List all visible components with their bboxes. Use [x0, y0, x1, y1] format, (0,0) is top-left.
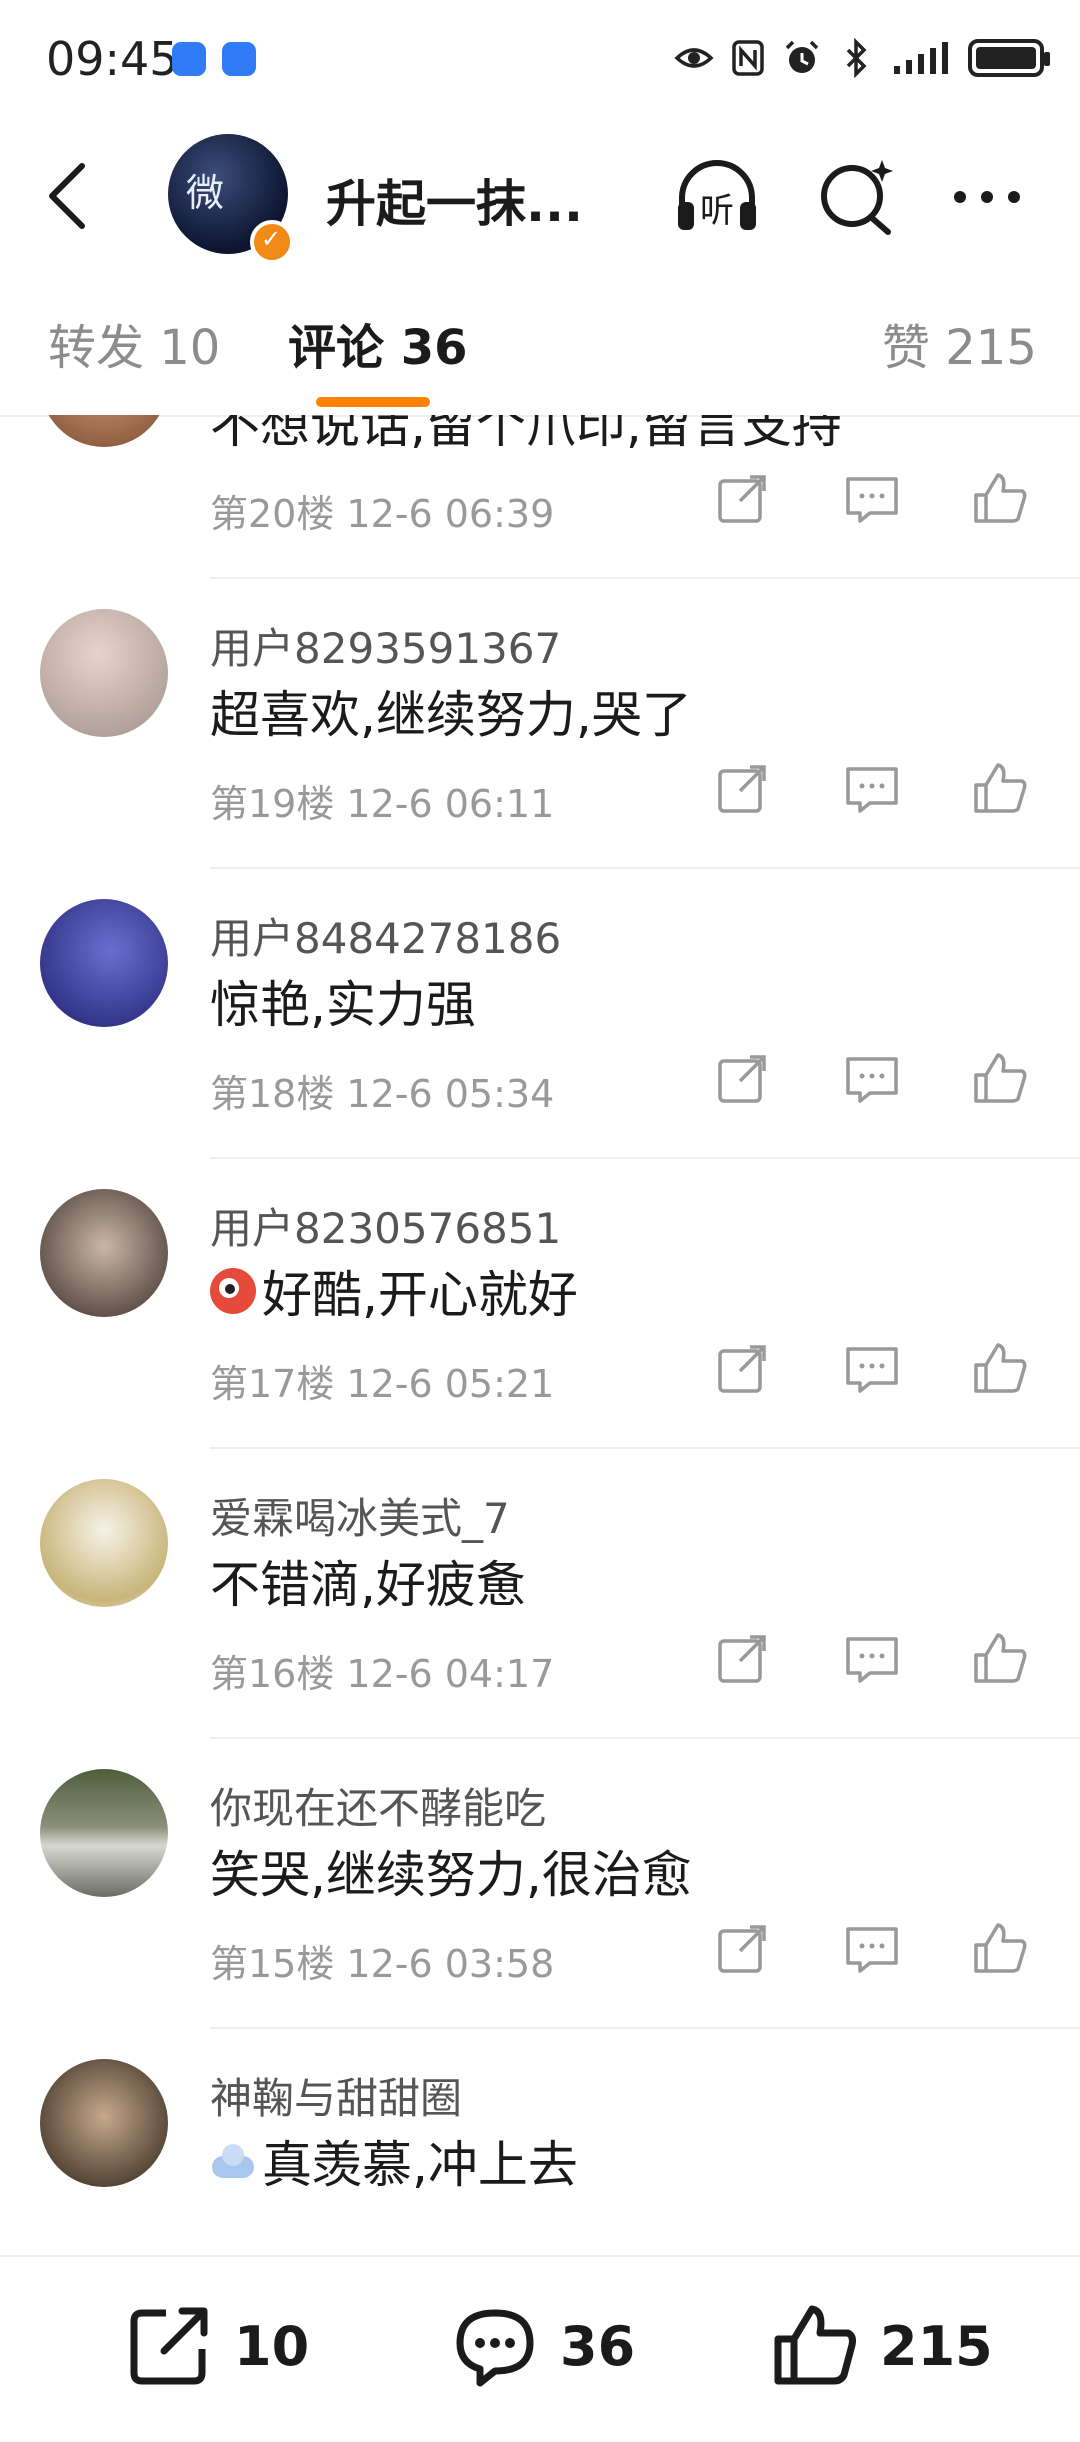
- commenter-name[interactable]: 神鞠与甜甜圈: [210, 2065, 462, 2126]
- comment-text-content: 真羡慕,冲上去: [262, 2136, 578, 2194]
- active-tab-indicator: [316, 397, 430, 407]
- status-icons: [674, 36, 1050, 80]
- repost-comment-icon[interactable]: [712, 1049, 772, 1109]
- like-comment-icon[interactable]: [970, 1049, 1030, 1109]
- comment-text: 不错滴,好疲惫: [210, 1545, 526, 1617]
- tab-comments[interactable]: 评论 36: [288, 308, 468, 378]
- comment-button[interactable]: 36: [450, 2301, 635, 2391]
- comment-text-content: 不想说话,留个爪印,留言支持: [210, 415, 842, 454]
- comment-text: 笑哭,继续努力,很治愈: [210, 1835, 692, 1907]
- comment-text-content: 笑哭,继续努力,很治愈: [210, 1846, 692, 1904]
- comment-text: 不想说话,留个爪印,留言支持: [210, 415, 842, 457]
- signal-icon: [894, 42, 948, 74]
- commenter-name[interactable]: 用户8230576851: [210, 1195, 561, 1256]
- commenter-avatar[interactable]: [40, 2059, 168, 2187]
- commenter-avatar[interactable]: [40, 609, 168, 737]
- status-time: 09:45: [46, 32, 179, 86]
- thumbs-up-icon: [774, 2305, 856, 2385]
- commenter-avatar[interactable]: [40, 415, 168, 447]
- commenter-avatar[interactable]: [40, 1769, 168, 1897]
- author-name[interactable]: 升起一抹...: [326, 164, 583, 236]
- svg-text:听: 听: [700, 191, 734, 231]
- red-face-emoji-icon: [210, 1268, 256, 1314]
- comment-item: 用户8230576851 好酷,开心就好 第17楼 12-6 05:21: [0, 1159, 1080, 1449]
- like-comment-icon[interactable]: [970, 1919, 1030, 1979]
- reply-comment-icon[interactable]: [842, 1919, 902, 1979]
- alarm-icon: [785, 40, 819, 73]
- comment-item: 用户8484278186 惊艳,实力强 第18楼 12-6 05:34: [0, 869, 1080, 1159]
- comment-meta: 第16楼 12-6 04:17: [210, 1652, 555, 1696]
- like-comment-icon[interactable]: [970, 469, 1030, 529]
- search-icon[interactable]: [812, 152, 902, 242]
- verified-badge-icon: [250, 220, 294, 264]
- like-comment-icon[interactable]: [970, 759, 1030, 819]
- commenter-avatar[interactable]: [40, 1189, 168, 1317]
- listen-headphones-icon[interactable]: 听: [672, 152, 762, 242]
- comment-text: 好酷,开心就好: [210, 1255, 578, 1327]
- reply-comment-icon[interactable]: [842, 469, 902, 529]
- comment-text: 惊艳,实力强: [210, 965, 476, 1037]
- like-comment-icon[interactable]: [970, 1339, 1030, 1399]
- commenter-avatar[interactable]: [40, 899, 168, 1027]
- comment-text-content: 好酷,开心就好: [262, 1266, 578, 1324]
- bluetooth-icon: [846, 38, 867, 78]
- comment-item: 不想说话,留个爪印,留言支持 第20楼 12-6 06:39: [0, 415, 1080, 579]
- comment-icon: [456, 2309, 534, 2387]
- comment-meta: 第18楼 12-6 05:34: [210, 1072, 555, 1116]
- comment-item: 用户8293591367 超喜欢,继续努力,哭了 第19楼 12-6 06:11: [0, 579, 1080, 869]
- status-bar: 09:45: [0, 0, 1080, 120]
- nfc-icon: [732, 40, 764, 76]
- repost-comment-icon[interactable]: [712, 759, 772, 819]
- post-tabs: 转发 10 评论 36 赞 215: [0, 270, 1080, 417]
- commenter-name[interactable]: 用户8293591367: [210, 615, 561, 676]
- comment-item: 爱霖喝冰美式_7 不错滴,好疲惫 第16楼 12-6 04:17: [0, 1449, 1080, 1739]
- reply-comment-icon[interactable]: [842, 1049, 902, 1109]
- comment-item: 你现在还不酵能吃 笑哭,继续努力,很治愈 第15楼 12-6 03:58: [0, 1739, 1080, 2029]
- back-arrow-icon[interactable]: [38, 156, 98, 236]
- reply-comment-icon[interactable]: [842, 1629, 902, 1689]
- comment-list[interactable]: 不想说话,留个爪印,留言支持 第20楼 12-6 06:39 用户8293591…: [0, 415, 1080, 2255]
- like-button[interactable]: 215: [770, 2301, 993, 2391]
- repost-comment-icon[interactable]: [712, 1919, 772, 1979]
- comment-meta: 第20楼 12-6 06:39: [210, 492, 555, 536]
- comment-text-content: 惊艳,实力强: [210, 976, 476, 1034]
- bottom-action-bar: 10 36 215: [0, 2255, 1080, 2442]
- comment-meta: 第15楼 12-6 03:58: [210, 1942, 555, 1986]
- repost-count: 10: [234, 2314, 310, 2378]
- commenter-avatar[interactable]: [40, 1479, 168, 1607]
- comment-item: 神鞠与甜甜圈 真羡慕,冲上去: [0, 2029, 1080, 2255]
- tab-likes[interactable]: 赞 215: [882, 308, 1037, 378]
- like-comment-icon[interactable]: [970, 1629, 1030, 1689]
- tab-repost[interactable]: 转发 10: [48, 308, 220, 378]
- eye-icon: [674, 48, 714, 68]
- comment-text: 超喜欢,继续努力,哭了: [210, 675, 692, 747]
- cloud-emoji-icon: [210, 2138, 256, 2184]
- comment-count: 36: [560, 2314, 636, 2378]
- comment-text-content: 不错滴,好疲惫: [210, 1556, 526, 1614]
- comment-text: 真羡慕,冲上去: [210, 2125, 578, 2197]
- message-app-icon: [172, 42, 206, 76]
- browser-app-icon: [222, 42, 256, 76]
- repost-comment-icon[interactable]: [712, 1339, 772, 1399]
- battery-icon: [968, 39, 1050, 77]
- repost-button[interactable]: 10: [124, 2301, 309, 2391]
- repost-comment-icon[interactable]: [712, 1629, 772, 1689]
- comment-meta: 第19楼 12-6 06:11: [210, 782, 555, 826]
- commenter-name[interactable]: 用户8484278186: [210, 905, 561, 966]
- post-header: 微 升起一抹... 听: [0, 120, 1080, 270]
- reply-comment-icon[interactable]: [842, 759, 902, 819]
- author-avatar-logo: 微: [186, 171, 224, 215]
- commenter-name[interactable]: 爱霖喝冰美式_7: [210, 1485, 510, 1546]
- comment-text-content: 超喜欢,继续努力,哭了: [210, 686, 692, 744]
- more-options-icon[interactable]: [942, 152, 1032, 242]
- comment-meta: 第17楼 12-6 05:21: [210, 1362, 555, 1406]
- repost-icon: [130, 2307, 208, 2385]
- like-count: 215: [880, 2314, 993, 2378]
- repost-comment-icon[interactable]: [712, 469, 772, 529]
- reply-comment-icon[interactable]: [842, 1339, 902, 1399]
- commenter-name[interactable]: 你现在还不酵能吃: [210, 1775, 546, 1836]
